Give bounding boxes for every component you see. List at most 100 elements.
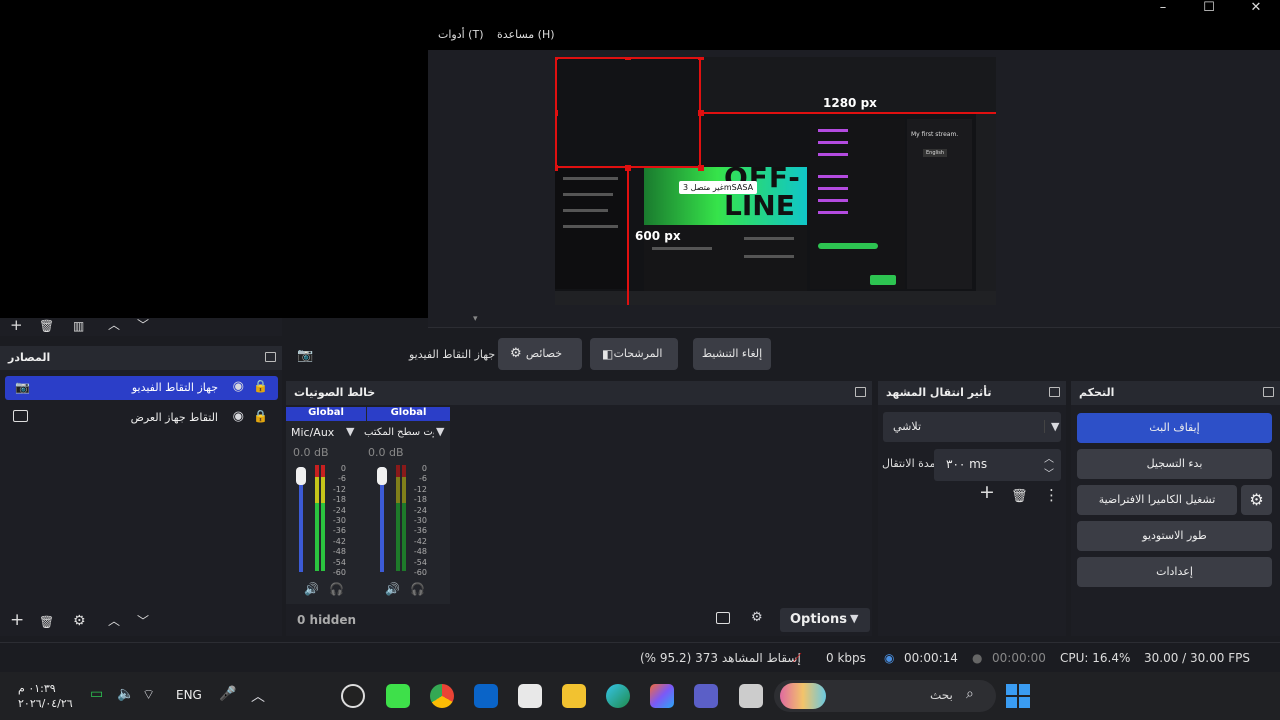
resize-handle[interactable] — [698, 165, 704, 171]
audio-mixer-panel: خالط الصوتيات Global Mic/Aux ▼ 0.0 dB 0-… — [286, 381, 872, 636]
add-icon[interactable]: + — [10, 612, 24, 629]
source-item-display-capture[interactable]: التقاط جهاز العرض ◉ 🔒 — [5, 406, 278, 430]
clock-time[interactable]: ٠١:٣٩ م — [18, 682, 56, 695]
clock-date[interactable]: ٢٠٢٦/٠٤/٢٦ — [18, 697, 73, 710]
lock-icon[interactable]: 🔒 — [253, 409, 268, 423]
chevron-up-icon[interactable]: ︿ — [108, 614, 120, 629]
chevron-down-icon[interactable]: ▼ — [436, 425, 444, 438]
selection-box[interactable] — [555, 57, 701, 168]
meter-yellow — [315, 477, 319, 503]
network-icon: ⟋ — [793, 651, 802, 665]
menu-help[interactable]: مساعدة (H) — [497, 28, 555, 41]
resize-handle[interactable] — [555, 165, 558, 171]
gear-icon[interactable]: ⚙ — [73, 614, 86, 629]
volume-handle[interactable] — [377, 467, 387, 485]
trash-icon[interactable]: 🗑 — [39, 319, 54, 334]
add-icon[interactable]: + — [979, 483, 995, 502]
eye-icon[interactable]: ◉ — [233, 409, 244, 424]
chevron-down-icon: ▼ — [850, 612, 859, 625]
layout-icon[interactable] — [716, 612, 730, 624]
undock-icon[interactable] — [1049, 387, 1060, 397]
properties-button[interactable]: خصائص ⚙ — [498, 338, 582, 370]
search-icon: ⌕ — [966, 686, 974, 702]
maximize-button[interactable]: ☐ — [1186, 0, 1232, 18]
gear-icon: ⚙ — [510, 346, 522, 361]
deactivate-button[interactable]: إلغاء التنشيط — [693, 338, 771, 370]
dropped-frames: إسقاط المشاهد 373 (95.2 %) — [640, 651, 801, 665]
kick-icon[interactable] — [386, 684, 410, 708]
transition-select[interactable]: تلاشي ▼ — [883, 412, 1061, 442]
start-button[interactable] — [1006, 684, 1030, 708]
settings-button[interactable]: إعدادات — [1077, 557, 1272, 587]
lock-icon[interactable]: 🔒 — [253, 379, 268, 393]
virtual-camera-button[interactable]: تشغيل الكاميرا الافتراضية — [1077, 485, 1237, 515]
chrome-icon[interactable] — [430, 684, 454, 708]
speaker-icon[interactable]: 🔊 — [304, 582, 319, 596]
battery-icon[interactable]: ▭ — [90, 686, 103, 702]
chevron-down-icon[interactable]: ▼ — [346, 425, 354, 438]
wifi-icon[interactable]: ⌔ — [142, 686, 155, 704]
outlook-icon[interactable] — [474, 684, 498, 708]
microphone-icon[interactable]: 🎤 — [219, 686, 236, 702]
volume-handle[interactable] — [296, 467, 306, 485]
folder-icon[interactable] — [562, 684, 586, 708]
resize-handle[interactable] — [625, 57, 631, 60]
copilot-icon[interactable] — [650, 684, 674, 708]
menu-tools[interactable]: أدوات (T) — [438, 28, 484, 41]
virtual-camera-settings-button[interactable]: ⚙ — [1241, 485, 1272, 515]
add-icon[interactable]: + — [10, 318, 23, 333]
chevron-down-icon[interactable]: ﹀ — [1044, 465, 1054, 480]
hidden-count[interactable]: 0 hidden — [297, 613, 356, 627]
eye-icon[interactable]: ◉ — [233, 379, 244, 394]
more-icon[interactable]: ⋮ — [1044, 488, 1059, 503]
captured-settings: My first stream. English — [907, 119, 972, 289]
filters-button[interactable]: المرشحات ◧ — [590, 338, 678, 370]
meter-red — [321, 465, 325, 477]
start-recording-button[interactable]: بدء التسجيل — [1077, 449, 1272, 479]
language-indicator[interactable]: ENG — [176, 688, 202, 702]
options-button[interactable]: Options ▼ — [780, 608, 870, 632]
edge-icon[interactable] — [606, 684, 630, 708]
resize-handle[interactable] — [555, 110, 558, 116]
selected-source-label: جهاز التقاط الفيديو — [409, 348, 496, 361]
trash-icon[interactable]: 🗑 — [1011, 489, 1028, 504]
teams-icon[interactable] — [694, 684, 718, 708]
obs-icon[interactable] — [341, 684, 365, 708]
preview-canvas[interactable]: OFF- LINE غير متصل 3mSASA My first strea… — [555, 57, 996, 305]
chevron-up-icon[interactable]: ︿ — [108, 318, 120, 333]
camera-icon: 📷 — [297, 348, 314, 363]
resize-handle[interactable] — [555, 57, 558, 60]
undock-icon[interactable] — [1263, 387, 1274, 397]
minimize-button[interactable]: – — [1140, 0, 1186, 18]
trash-icon[interactable]: 🗑 — [39, 615, 54, 630]
chevron-up-icon[interactable]: ︿ — [251, 686, 265, 706]
stop-streaming-button[interactable]: إيقاف البث — [1077, 413, 1272, 443]
task-view-icon[interactable] — [739, 684, 763, 708]
filter-icon[interactable]: ▥ — [73, 319, 84, 334]
source-item-video-capture[interactable]: 📷 جهاز التقاط الفيديو ◉ 🔒 — [5, 376, 278, 400]
headphones-icon[interactable]: 🎧 — [410, 582, 425, 596]
undock-icon[interactable] — [265, 352, 276, 362]
chevron-down-icon[interactable]: ﹀ — [137, 318, 149, 333]
duration-spinbox[interactable]: ٣٠٠ ms ︿ ﹀ — [934, 449, 1061, 481]
chevron-down-icon[interactable]: ﹀ — [137, 614, 149, 629]
resize-handle[interactable] — [698, 57, 704, 60]
undock-icon[interactable] — [855, 387, 866, 397]
duration-label: مدة الانتقال — [882, 457, 936, 470]
chevron-down-icon[interactable]: ▾ — [473, 314, 478, 324]
settings-icon[interactable]: ⚙ — [751, 610, 763, 625]
record-time: 00:00:00 — [992, 651, 1046, 665]
headphones-icon[interactable]: 🎧 — [329, 582, 344, 596]
close-button[interactable]: ✕ — [1233, 0, 1279, 18]
meter-yellow — [402, 477, 406, 503]
filter-icon: ◧ — [602, 347, 614, 361]
studio-mode-button[interactable]: طور الاستوديو — [1077, 521, 1272, 551]
volume-icon[interactable]: 🔈 — [117, 686, 134, 702]
store-icon[interactable] — [518, 684, 542, 708]
search-box[interactable]: بحث ⌕ — [774, 680, 996, 712]
speaker-icon[interactable]: 🔊 — [385, 582, 400, 596]
record-icon: ● — [972, 651, 983, 665]
monitor-icon — [13, 410, 28, 422]
meter-yellow — [321, 477, 325, 503]
chevron-up-icon[interactable]: ︿ — [1044, 450, 1054, 465]
